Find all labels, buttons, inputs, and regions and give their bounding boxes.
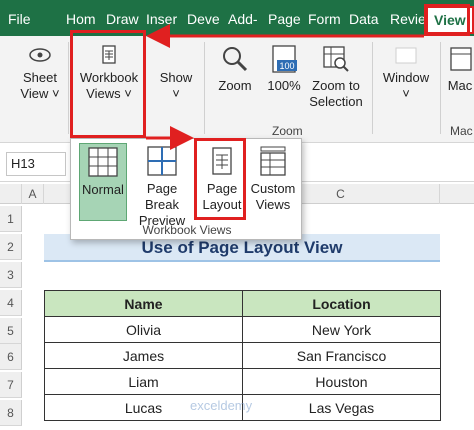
page-layout-label-2: Layout xyxy=(202,197,242,212)
workbook-views-dropdown: Normal Page Break Preview Page Layout Cu… xyxy=(70,138,302,240)
page-layout-label-1: Page xyxy=(206,181,238,196)
column-header-a[interactable]: A xyxy=(22,184,44,204)
zoom-100-icon-text: 100 xyxy=(279,61,294,71)
ribbon-separator xyxy=(68,42,69,134)
table-header-row: Name Location xyxy=(44,290,441,317)
normal-grid-icon xyxy=(88,147,118,177)
custom-views-label-2: Views xyxy=(255,197,291,212)
sheet-view-label-1: Sheet xyxy=(23,70,57,85)
page-break-preview-button[interactable]: Page Break Preview xyxy=(131,143,193,229)
tab-file[interactable]: File xyxy=(8,8,42,30)
row-header[interactable]: 1 xyxy=(0,206,22,232)
macros-button[interactable]: Mac xyxy=(446,44,474,94)
zoom-button[interactable]: Zoom xyxy=(212,44,258,94)
workbook-views-group-label: Workbook Views xyxy=(142,223,232,237)
show-button[interactable]: Show ˅ xyxy=(150,44,202,102)
zoom-selection-label-1: Zoom to xyxy=(312,78,360,93)
ribbon: Sheet View ˅ Workbook Views ˅ Show ˅ Zoo… xyxy=(0,36,474,143)
page-layout-button[interactable]: Page Layout xyxy=(199,143,245,213)
zoom-100-icon: 100 xyxy=(272,45,297,73)
workbook-views-button[interactable]: Workbook Views ˅ xyxy=(76,44,142,102)
row-header[interactable]: 4 xyxy=(0,290,22,316)
table-cell[interactable]: Houston xyxy=(242,368,441,395)
tab-developer[interactable]: Deve xyxy=(187,8,225,30)
show-icon-space xyxy=(150,44,202,70)
macros-label: Mac xyxy=(447,78,473,93)
tab-review[interactable]: Revie xyxy=(390,8,426,30)
normal-label: Normal xyxy=(82,182,124,197)
ribbon-separator xyxy=(372,42,373,134)
macros-group-label: Mac xyxy=(450,124,473,138)
page-break-label-1: Page Break xyxy=(145,181,179,212)
workbook-views-icon xyxy=(102,45,116,64)
custom-views-label-1: Custom xyxy=(250,181,296,196)
show-label-2: ˅ xyxy=(172,86,180,101)
table-cell[interactable]: New York xyxy=(242,316,441,343)
window-label-1: Window xyxy=(382,70,430,85)
workbook-views-label-2: Views ˅ xyxy=(86,86,132,101)
table-cell[interactable]: Las Vegas xyxy=(242,394,441,421)
ribbon-tab-bar: File Hom Draw Inser Deve Add- Page Form … xyxy=(0,0,474,36)
workbook-views-label-1: Workbook xyxy=(79,70,139,85)
zoom-selection-icon xyxy=(323,46,349,72)
macros-icon xyxy=(450,47,472,71)
tab-home[interactable]: Hom xyxy=(66,8,102,30)
magnifier-icon xyxy=(223,47,248,72)
table-row: Liam Houston xyxy=(44,368,441,395)
table-row: Olivia New York xyxy=(44,316,441,343)
table-cell[interactable]: Liam xyxy=(44,368,243,395)
tab-add-ins[interactable]: Add- xyxy=(228,8,264,30)
table-cell[interactable]: Olivia xyxy=(44,316,243,343)
tab-insert[interactable]: Inser xyxy=(146,8,184,30)
page-layout-icon xyxy=(212,147,232,175)
row-header[interactable]: 5 xyxy=(0,318,22,344)
ribbon-separator xyxy=(204,42,205,134)
normal-view-button[interactable]: Normal xyxy=(79,143,127,221)
row-header[interactable]: 3 xyxy=(0,262,22,288)
zoom-to-selection-button[interactable]: Zoom to Selection xyxy=(306,44,366,110)
custom-views-icon xyxy=(260,146,286,176)
row-header[interactable]: 8 xyxy=(0,400,22,426)
row-header[interactable]: 7 xyxy=(0,372,22,398)
table-row: James San Francisco xyxy=(44,342,441,369)
custom-views-button[interactable]: Custom Views xyxy=(247,143,299,213)
select-all-corner[interactable] xyxy=(0,184,22,204)
window-label-2: ˅ xyxy=(402,86,410,101)
header-location[interactable]: Location xyxy=(242,290,441,317)
zoom-group-label: Zoom xyxy=(272,124,303,138)
watermark: exceldemy xyxy=(190,398,253,413)
ribbon-separator xyxy=(440,42,441,134)
table-cell[interactable]: San Francisco xyxy=(242,342,441,369)
show-label-1: Show xyxy=(159,70,193,85)
row-header[interactable]: 6 xyxy=(0,344,22,370)
eye-icon xyxy=(29,48,51,62)
zoom-100-button[interactable]: 100 100% xyxy=(262,44,306,94)
tab-view[interactable]: View xyxy=(426,6,474,34)
tab-data[interactable]: Data xyxy=(349,8,385,30)
zoom-selection-label-2: Selection xyxy=(309,94,363,109)
sheet-view-label-2: View ˅ xyxy=(20,86,60,101)
sheet-view-button[interactable]: Sheet View ˅ xyxy=(14,44,66,102)
window-button[interactable]: Window ˅ xyxy=(378,44,434,102)
tab-formulas[interactable]: Form xyxy=(308,8,344,30)
tab-page-layout[interactable]: Page xyxy=(268,8,302,30)
tab-draw[interactable]: Draw xyxy=(106,8,144,30)
header-name[interactable]: Name xyxy=(44,290,243,317)
row-header[interactable]: 2 xyxy=(0,234,22,260)
page-break-icon xyxy=(147,146,177,176)
window-icon xyxy=(395,47,417,64)
zoom-label: Zoom xyxy=(218,78,252,93)
name-box[interactable]: H13 xyxy=(6,152,66,176)
table-cell[interactable]: James xyxy=(44,342,243,369)
zoom-100-label: 100% xyxy=(267,78,301,93)
